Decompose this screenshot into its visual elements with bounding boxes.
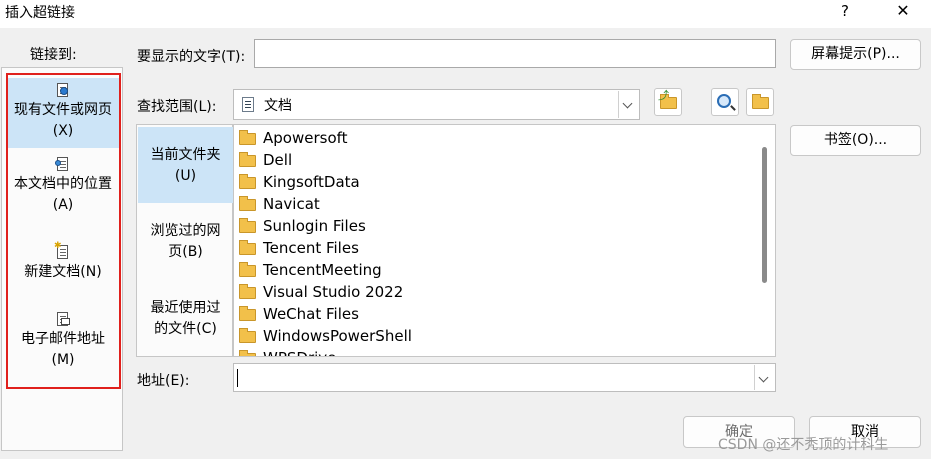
file-name: WeChat Files: [263, 305, 359, 323]
location-shortcut: (U): [174, 168, 197, 184]
file-name: Apowersoft: [263, 129, 348, 147]
folder-icon: [239, 328, 256, 343]
location-current-folder[interactable]: 当前文件夹 (U): [138, 127, 233, 203]
address-label: 地址(E):: [137, 373, 190, 389]
file-name: Navicat: [263, 195, 320, 213]
address-input[interactable]: [233, 363, 776, 392]
scrollbar-thumb[interactable]: [762, 147, 767, 283]
browse-file-icon: [752, 94, 769, 109]
list-item[interactable]: Dell: [238, 149, 758, 171]
watermark-text: CSDN @还不秃顶的计科生: [718, 437, 889, 453]
folder-icon: [239, 130, 256, 145]
file-name: Dell: [263, 151, 293, 169]
help-button[interactable]: ?: [828, 0, 862, 24]
folder-icon: [239, 196, 256, 211]
dialog-title: 插入超链接: [5, 5, 75, 21]
link-to-label: 链接到:: [30, 47, 77, 63]
file-list[interactable]: Apowersoft Dell KingsoftData Navicat Sun…: [233, 124, 776, 357]
documents-folder-icon: [242, 97, 254, 112]
list-item[interactable]: KingsoftData: [238, 171, 758, 193]
browse-file-button[interactable]: [746, 88, 774, 116]
location-label: 浏览过的网: [150, 223, 221, 239]
text-caret: [237, 369, 238, 387]
folder-icon: [239, 174, 256, 189]
chevron-down-icon[interactable]: [618, 91, 638, 118]
location-label: 最近使用过: [150, 300, 221, 316]
list-item[interactable]: Navicat: [238, 193, 758, 215]
location-panel: 当前文件夹 (U) 浏览过的网 页(B) 最近使用过 的文件(C): [136, 124, 233, 357]
folder-up-button[interactable]: ⤴: [654, 88, 682, 116]
file-name: WPSDrive: [263, 347, 336, 356]
sidebar-highlight-box: [6, 73, 121, 389]
folder-icon: [239, 218, 256, 233]
display-text-input[interactable]: [254, 39, 776, 68]
list-item[interactable]: WPSDrive: [238, 347, 758, 356]
file-name: Sunlogin Files: [263, 217, 366, 235]
list-item[interactable]: WindowsPowerShell: [238, 325, 758, 347]
file-name: Visual Studio 2022: [263, 283, 404, 301]
list-item[interactable]: Visual Studio 2022: [238, 281, 758, 303]
folder-icon: [239, 284, 256, 299]
folder-icon: [239, 240, 256, 255]
list-item[interactable]: Apowersoft: [238, 127, 758, 149]
location-shortcut: 的文件(C): [154, 321, 217, 337]
close-button[interactable]: ✕: [886, 0, 920, 24]
chevron-down-icon[interactable]: [754, 365, 774, 390]
list-item[interactable]: TencentMeeting: [238, 259, 758, 281]
look-in-label: 查找范围(L):: [137, 99, 217, 115]
location-label: 当前文件夹: [150, 147, 221, 163]
folder-icon: [239, 262, 256, 277]
screen-tip-button[interactable]: 屏幕提示(P)...: [790, 39, 921, 70]
browse-web-button[interactable]: [711, 88, 739, 116]
look-in-value: 文档: [264, 98, 292, 114]
folder-icon: [239, 306, 256, 321]
location-shortcut: 页(B): [168, 244, 203, 260]
location-browsed-pages[interactable]: 浏览过的网 页(B): [138, 221, 233, 271]
folder-icon: [239, 152, 256, 167]
look-in-select[interactable]: 文档: [233, 89, 640, 120]
file-name: Tencent Files: [263, 239, 359, 257]
folder-icon: [239, 350, 256, 356]
display-text-label: 要显示的文字(T):: [137, 49, 246, 65]
file-name: WindowsPowerShell: [263, 327, 412, 345]
browse-web-icon: [717, 94, 731, 108]
title-bar: [0, 0, 931, 28]
file-name: TencentMeeting: [263, 261, 382, 279]
file-name: KingsoftData: [263, 173, 360, 191]
up-arrow-icon: ⤴: [658, 89, 669, 102]
list-item[interactable]: Sunlogin Files: [238, 215, 758, 237]
bookmark-button[interactable]: 书签(O)...: [790, 125, 921, 156]
list-item[interactable]: WeChat Files: [238, 303, 758, 325]
location-recent-files[interactable]: 最近使用过 的文件(C): [138, 298, 233, 348]
list-item[interactable]: Tencent Files: [238, 237, 758, 259]
